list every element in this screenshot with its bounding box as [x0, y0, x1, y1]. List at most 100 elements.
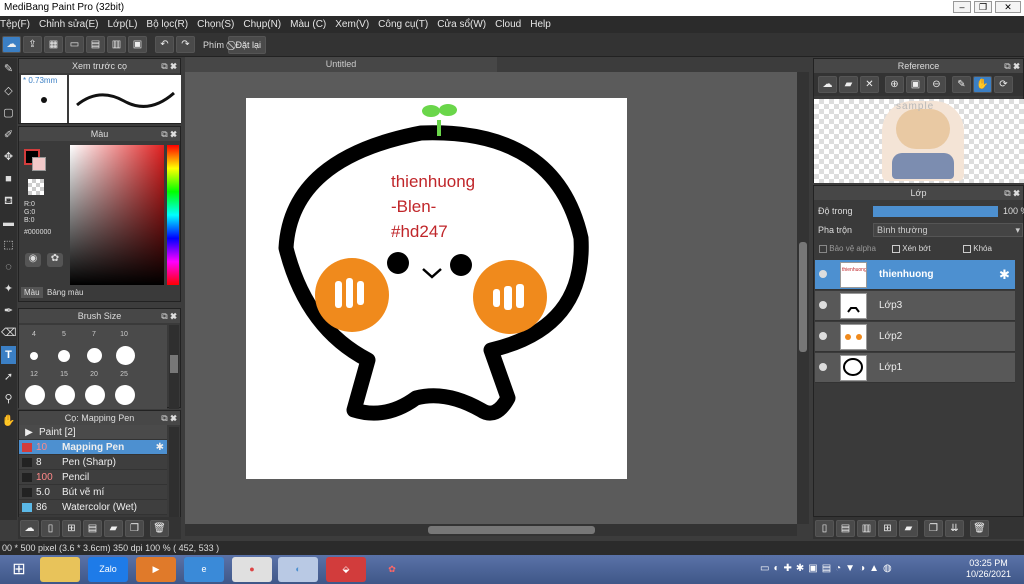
- visibility-icon[interactable]: [819, 270, 827, 278]
- brush-item-watercolor[interactable]: 86 Watercolor (Wet): [19, 500, 167, 515]
- panel-close-icon[interactable]: ⧉ ✖: [1004, 59, 1020, 73]
- size-option[interactable]: [87, 348, 102, 363]
- panel-close-icon[interactable]: ⧉ ✖: [161, 309, 177, 323]
- size-option[interactable]: [115, 385, 135, 405]
- visibility-icon[interactable]: [819, 363, 827, 371]
- vscroll-thumb[interactable]: [799, 242, 807, 352]
- pen-tool-icon[interactable]: ✐: [1, 126, 16, 144]
- operation-tool-icon[interactable]: ➚: [1, 368, 16, 386]
- dot-tool-icon[interactable]: ▢: [1, 104, 16, 122]
- brush-size-scrollbar[interactable]: [169, 325, 179, 409]
- fill-tool-icon[interactable]: ⛾: [1, 192, 16, 210]
- reference-image-area[interactable]: sample: [814, 99, 1024, 183]
- visibility-icon[interactable]: [819, 301, 827, 309]
- canvas-vscrollbar[interactable]: [797, 72, 809, 524]
- canvas-area[interactable]: thienhuong -Blen- #hd247: [185, 72, 797, 524]
- cloud-open-icon[interactable]: ☁: [818, 76, 837, 93]
- cloud-icon[interactable]: ☁: [2, 36, 21, 53]
- share-icon[interactable]: ⇪: [23, 36, 42, 53]
- folder-open-icon[interactable]: ▰: [839, 76, 858, 93]
- palette-icon[interactable]: ◉: [25, 253, 41, 267]
- layer-row-lop1[interactable]: Lớp1: [815, 353, 1015, 383]
- visibility-icon[interactable]: [819, 332, 827, 340]
- lock-checkbox[interactable]: Khóa: [963, 244, 992, 253]
- new-brush-icon[interactable]: ▯: [41, 519, 60, 537]
- saturation-value-picker[interactable]: [70, 145, 164, 285]
- close-button[interactable]: ✕: [995, 1, 1021, 13]
- text-tool-icon[interactable]: T: [1, 346, 16, 364]
- folder-icon[interactable]: ▰: [104, 519, 123, 537]
- new-halftone-layer-icon[interactable]: ▤: [836, 519, 855, 537]
- size-option[interactable]: [58, 350, 70, 362]
- select-tool-icon[interactable]: ⬚: [1, 236, 16, 254]
- eyedropper-icon[interactable]: ⚲: [1, 390, 16, 408]
- zalo-icon[interactable]: Zalo: [88, 557, 128, 582]
- tab-palette[interactable]: Bảng màu: [44, 287, 86, 298]
- menu-edit[interactable]: Chỉnh sửa(E): [39, 19, 99, 30]
- protect-alpha-checkbox[interactable]: Bảo vệ alpha: [819, 244, 876, 253]
- hue-slider[interactable]: [167, 145, 179, 285]
- canvas-hscrollbar[interactable]: [185, 524, 797, 536]
- panel-icon[interactable]: ▣: [128, 36, 147, 53]
- layer-row-thienhuong[interactable]: thienhuong thienhuong ✱: [815, 260, 1015, 290]
- trash-icon[interactable]: 🗑: [150, 519, 169, 537]
- size-option[interactable]: [116, 346, 135, 365]
- medibang-icon[interactable]: ◐: [278, 557, 318, 582]
- reset-button[interactable]: ⃠ Đặt lại: [228, 35, 267, 54]
- panel-close-icon[interactable]: ⧉ ✖: [161, 59, 177, 73]
- move-tool-icon[interactable]: ✥: [1, 148, 16, 166]
- eraser-tool-icon[interactable]: ◇: [1, 82, 16, 100]
- panel-close-icon[interactable]: ⧉ ✖: [161, 411, 177, 425]
- panel-close-icon[interactable]: ⧉ ✖: [161, 127, 177, 141]
- size-option[interactable]: [85, 385, 105, 405]
- delete-layer-icon[interactable]: 🗑: [970, 519, 989, 537]
- menu-view[interactable]: Xem(V): [335, 19, 369, 30]
- brush-list-scrollbar[interactable]: [169, 427, 179, 519]
- brush-item-eyeliner[interactable]: 5.0 Bút vẽ mí: [19, 485, 167, 500]
- size-option[interactable]: [55, 385, 75, 405]
- new-layer-icon[interactable]: ▯: [815, 519, 834, 537]
- brush-settings-icon[interactable]: ▤: [83, 519, 102, 537]
- brush-group[interactable]: ▶ Paint [2]: [19, 425, 167, 440]
- blend-mode-select[interactable]: Bình thường ▾: [873, 223, 1023, 237]
- gear-icon[interactable]: ✱: [156, 440, 164, 454]
- system-tray-icons[interactable]: ▭◐✚✱▣▤◔▼◑▲◍: [760, 563, 896, 574]
- redo-icon[interactable]: ↷: [176, 36, 195, 53]
- size-option[interactable]: [25, 385, 45, 405]
- lasso-tool-icon[interactable]: ◌: [1, 258, 16, 276]
- paint-tool-icon[interactable]: ✿: [372, 557, 412, 582]
- merge-layer-icon[interactable]: ⇊: [945, 519, 964, 537]
- chrome-icon[interactable]: ●: [232, 557, 272, 582]
- select-pen-icon[interactable]: ✒: [1, 302, 16, 320]
- brush-tool-icon[interactable]: ✎: [1, 60, 16, 78]
- pick-color-icon[interactable]: ✎: [952, 76, 971, 93]
- start-button[interactable]: ⊞: [2, 557, 36, 582]
- scroll-thumb[interactable]: [170, 355, 178, 373]
- comment-icon[interactable]: ▭: [65, 36, 84, 53]
- eyedrop-icon[interactable]: ✿: [47, 253, 63, 267]
- size-option[interactable]: [30, 352, 38, 360]
- internet-explorer-icon[interactable]: e: [184, 557, 224, 582]
- select-eraser-icon[interactable]: ⌫: [1, 324, 17, 342]
- brush-item-mapping-pen[interactable]: 10 Mapping Pen ✱: [19, 440, 167, 455]
- menu-file[interactable]: Tệp(F): [0, 19, 30, 30]
- new-8bit-layer-icon[interactable]: ▥: [857, 519, 876, 537]
- pdf-reader-icon[interactable]: ⬙: [326, 557, 366, 582]
- maximize-button[interactable]: ❐: [974, 1, 992, 13]
- hand-icon[interactable]: ✋: [973, 76, 992, 93]
- brush-item-pen-sharp[interactable]: 8 Pen (Sharp): [19, 455, 167, 470]
- menu-window[interactable]: Cửa sổ(W): [437, 19, 486, 30]
- menu-help[interactable]: Help: [530, 19, 551, 30]
- gradient-tool-icon[interactable]: ▬: [1, 214, 16, 232]
- menu-tools[interactable]: Công cụ(T): [378, 19, 428, 30]
- duplicate-icon[interactable]: ❐: [125, 519, 144, 537]
- transparent-swatch[interactable]: [28, 179, 44, 195]
- duplicate-layer-icon[interactable]: ❐: [924, 519, 943, 537]
- layer-row-lop3[interactable]: Lớp3: [815, 291, 1015, 321]
- page-icon[interactable]: ▤: [86, 36, 105, 53]
- menu-filter[interactable]: Bộ lọc(R): [146, 19, 188, 30]
- zoom-in-icon[interactable]: ⊕: [885, 76, 904, 93]
- gear-icon[interactable]: ✱: [999, 267, 1010, 283]
- cloud-brush-icon[interactable]: ☁: [20, 519, 39, 537]
- layer-folder-icon[interactable]: ▰: [899, 519, 918, 537]
